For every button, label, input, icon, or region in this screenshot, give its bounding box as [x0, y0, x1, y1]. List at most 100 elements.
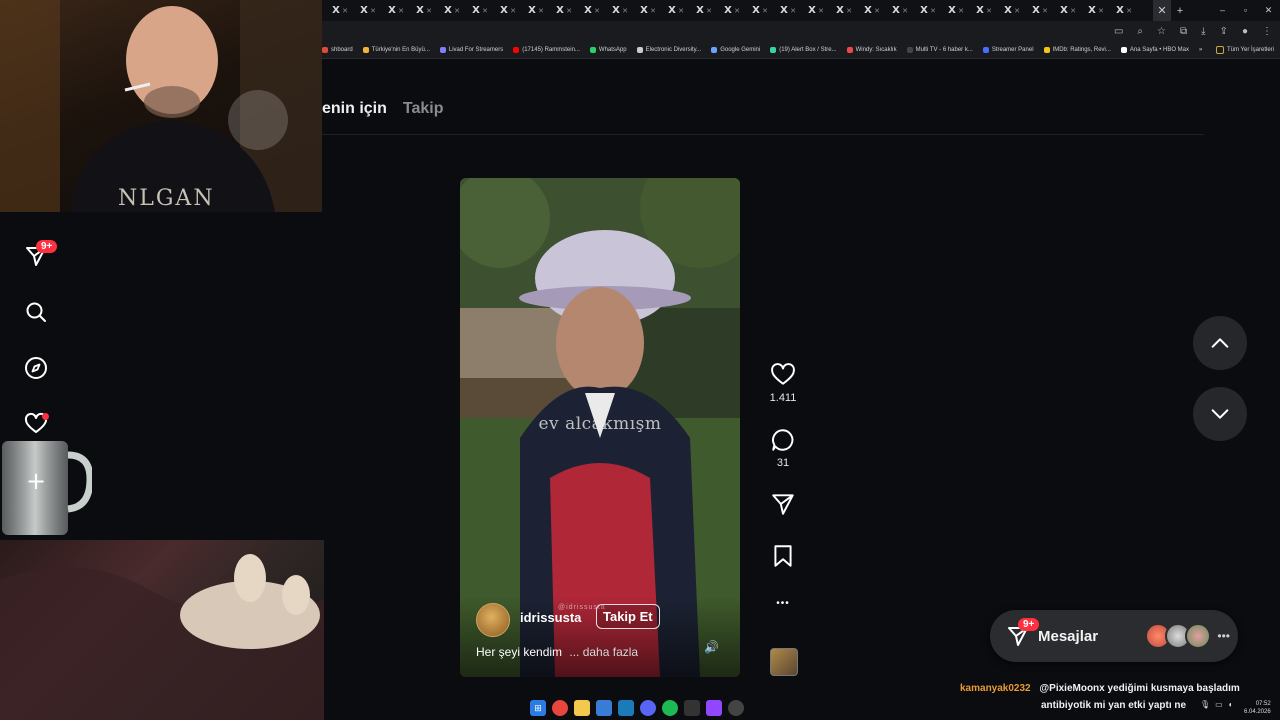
browser-tab[interactable]: X ✕ [518, 0, 546, 21]
browser-tab[interactable]: X ✕ [882, 0, 910, 21]
browser-tab[interactable]: X ✕ [910, 0, 938, 21]
browser-tab[interactable]: X ✕ [1050, 0, 1078, 21]
like-action[interactable]: 1.411 [768, 362, 798, 404]
app-icon[interactable] [596, 700, 612, 716]
mic-icon[interactable]: 🎙 [1200, 700, 1210, 709]
close-tab-icon[interactable]: ✕ [790, 7, 796, 15]
close-tab-icon[interactable]: ✕ [482, 7, 488, 15]
file-explorer-icon[interactable] [574, 700, 590, 716]
maximize-button[interactable]: ▫ [1234, 5, 1257, 16]
sidebar-item-messages[interactable]: 9+ [22, 240, 58, 270]
more-options-button[interactable]: ••• [768, 598, 798, 609]
bookmark-item[interactable]: Streamer Panel [982, 47, 1034, 53]
all-bookmarks-link[interactable]: Tüm Yer İşaretleri [1215, 46, 1274, 54]
new-tab-button[interactable]: + [1171, 5, 1189, 17]
bookmark-item[interactable]: IMDb: Ratings, Revi... [1043, 47, 1111, 53]
share-action[interactable] [768, 491, 798, 517]
bookmark-item[interactable]: Multi TV - 6 haber k... [906, 47, 973, 53]
close-tab-icon[interactable]: ✕ [1126, 7, 1132, 15]
close-tab-icon[interactable]: ✕ [426, 7, 432, 15]
bookmark-item[interactable]: shboard [322, 47, 353, 53]
close-tab-icon[interactable]: ✕ [734, 7, 740, 15]
browser-tab[interactable]: X ✕ [350, 0, 378, 21]
browser-tab[interactable]: X ✕ [322, 0, 350, 21]
browser-tab[interactable]: X ✕ [994, 0, 1022, 21]
audio-thumbnail[interactable] [770, 648, 798, 676]
browser-tab[interactable]: X ✕ [602, 0, 630, 21]
close-tab-icon[interactable]: ✕ [370, 7, 376, 15]
follow-button[interactable]: Takip Et [596, 604, 660, 629]
bookmark-item[interactable]: (19) Alert Box / Stre... [770, 47, 837, 53]
browser-tab[interactable]: X ✕ [770, 0, 798, 21]
reel-video[interactable]: ev alcakmışm idrissusta @idrissusta Taki… [460, 178, 740, 677]
bookmarks-overflow-button[interactable]: » [1199, 47, 1202, 53]
start-icon[interactable]: ⊞ [530, 700, 546, 716]
zoom-icon[interactable]: ⌕ [1137, 26, 1143, 37]
browser-tab[interactable]: X ✕ [406, 0, 434, 21]
profile-icon[interactable]: ● [1242, 26, 1248, 37]
browser-tab[interactable]: X ✕ [714, 0, 742, 21]
close-tab-icon[interactable]: ✕ [342, 7, 348, 15]
browser-tab[interactable]: X ✕ [686, 0, 714, 21]
bookmark-item[interactable]: Windy: Sıcaklık [846, 47, 897, 53]
close-tab-icon[interactable]: ✕ [958, 7, 964, 15]
close-tab-icon[interactable]: ✕ [846, 7, 852, 15]
close-tab-icon[interactable]: ✕ [874, 7, 880, 15]
close-tab-icon[interactable]: ✕ [650, 7, 656, 15]
menu-icon[interactable]: ⋮ [1262, 26, 1272, 37]
tab-following[interactable]: Takip [403, 100, 444, 118]
volume-icon[interactable]: ◖ [1228, 700, 1233, 709]
close-tab-icon[interactable]: ✕ [594, 7, 600, 15]
spotify-icon[interactable] [662, 700, 678, 716]
close-tab-icon[interactable]: ✕ [1098, 7, 1104, 15]
epic-games-icon[interactable] [684, 700, 700, 716]
close-tab-icon[interactable]: ✕ [1070, 7, 1076, 15]
browser-tab[interactable]: X ✕ [1022, 0, 1050, 21]
extensions-icon[interactable]: ⧉ [1180, 26, 1187, 37]
next-reel-button[interactable] [1193, 387, 1247, 441]
author-username[interactable]: idrissusta [520, 610, 581, 625]
active-tab[interactable]: ✕ [1153, 0, 1171, 21]
browser-tab[interactable]: X ✕ [378, 0, 406, 21]
sound-icon[interactable]: 🔊 [704, 640, 719, 654]
bookmark-item[interactable]: Ana Sayfa • HBO Max [1120, 47, 1189, 53]
close-tab-icon[interactable]: ✕ [510, 7, 516, 15]
browser-tab[interactable]: X ✕ [434, 0, 462, 21]
browser-tab[interactable]: X ✕ [462, 0, 490, 21]
close-tab-icon[interactable]: ✕ [1042, 7, 1048, 15]
bookmark-item[interactable]: Electronic Diversity... [636, 47, 701, 53]
tab-for-you[interactable]: enin için [322, 100, 387, 118]
browser-tab[interactable]: X ✕ [546, 0, 574, 21]
browser-tab[interactable]: X ✕ [1078, 0, 1106, 21]
browser-tab[interactable]: X ✕ [490, 0, 518, 21]
bookmark-item[interactable]: Livad For Streamers [439, 47, 503, 53]
close-tab-icon[interactable]: ✕ [1014, 7, 1020, 15]
close-tab-icon[interactable]: ✕ [818, 7, 824, 15]
sidebar-item-search[interactable] [22, 298, 50, 326]
comment-action[interactable]: 31 [768, 427, 798, 469]
twitch-icon[interactable] [706, 700, 722, 716]
browser-tab[interactable]: X ✕ [1106, 0, 1134, 21]
close-tab-icon[interactable]: ✕ [762, 7, 768, 15]
author-avatar[interactable] [476, 603, 510, 637]
close-tab-icon[interactable]: ✕ [566, 7, 572, 15]
browser-tab[interactable]: X ✕ [658, 0, 686, 21]
system-clock[interactable]: 07:52 6.04.2026 [1244, 700, 1271, 716]
bookmark-item[interactable]: Google Gemini [711, 47, 760, 53]
messages-button[interactable]: 9+ Mesajlar ••• [990, 610, 1238, 662]
close-tab-icon[interactable]: ✕ [538, 7, 544, 15]
minimize-button[interactable]: – [1211, 5, 1234, 16]
browser-tab[interactable]: X ✕ [826, 0, 854, 21]
browser-tab[interactable]: X ✕ [574, 0, 602, 21]
browser-tab[interactable]: X ✕ [630, 0, 658, 21]
steam-icon[interactable] [618, 700, 634, 716]
close-tab-icon[interactable]: ✕ [930, 7, 936, 15]
close-window-button[interactable]: ✕ [1257, 5, 1280, 16]
bookmark-item[interactable]: WhatsApp [589, 47, 627, 53]
network-icon[interactable]: ▭ [1215, 700, 1223, 709]
chrome-icon[interactable] [552, 700, 568, 716]
share-icon[interactable]: ⇪ [1220, 26, 1228, 37]
previous-reel-button[interactable] [1193, 316, 1247, 370]
save-action[interactable] [768, 543, 798, 569]
discord-icon[interactable] [640, 700, 656, 716]
